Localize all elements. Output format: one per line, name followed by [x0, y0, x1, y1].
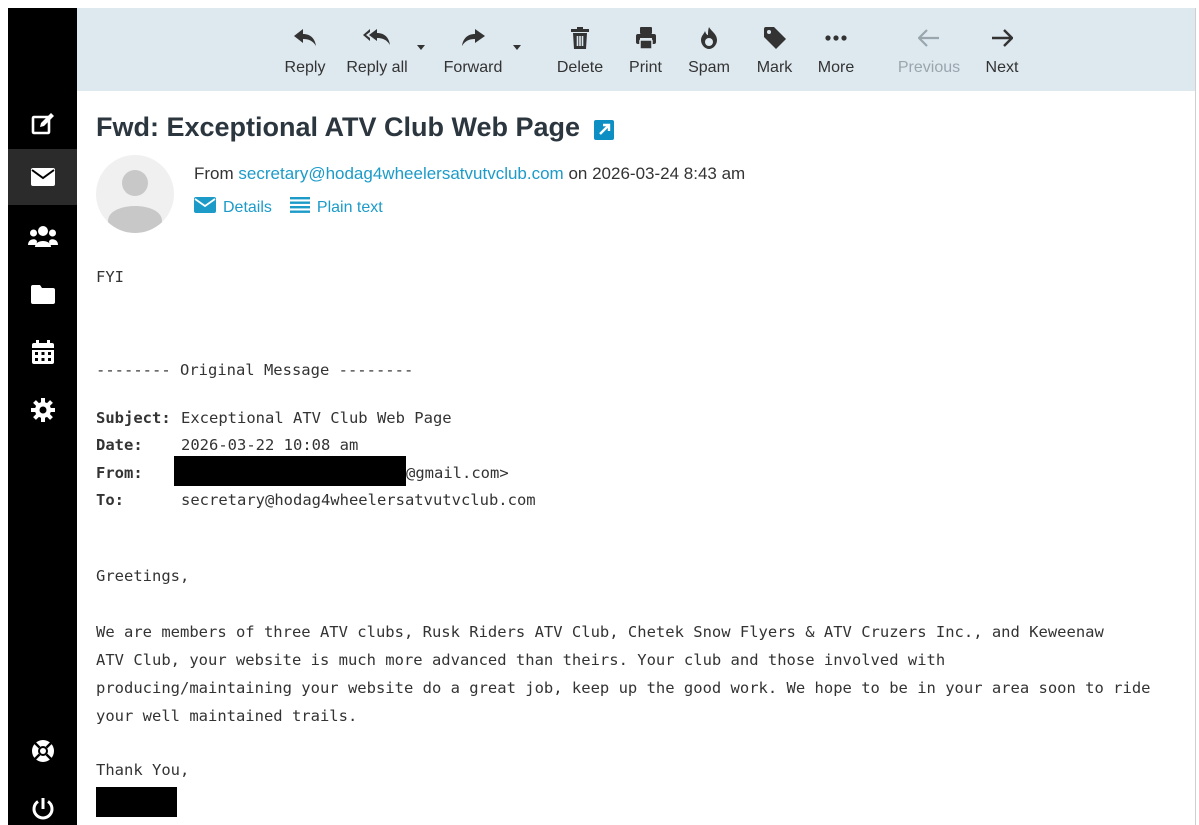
- arrow-left-icon: [889, 25, 969, 51]
- sidebar-item-folders[interactable]: [8, 266, 77, 322]
- reply-button[interactable]: Reply: [280, 8, 330, 91]
- redacted-signature: [96, 787, 177, 817]
- body-paragraph-line: ATV Club, your website is much more adva…: [96, 651, 946, 669]
- folder-icon: [30, 284, 55, 304]
- trash-icon: [554, 25, 606, 51]
- message-subject: Fwd: Exceptional ATV Club Web Page: [96, 112, 581, 142]
- lines-icon: [289, 197, 317, 218]
- mail-icon: [30, 167, 55, 187]
- orig-to-label: To:: [96, 491, 124, 509]
- sidebar-item-mail[interactable]: [8, 149, 77, 205]
- sender-email-link[interactable]: secretary@hodag4wheelersatvutvclub.com: [238, 164, 563, 183]
- content-border: [1195, 8, 1196, 825]
- plain-text-link[interactable]: Plain text: [289, 197, 383, 218]
- forward-icon: [437, 25, 509, 51]
- body-paragraph-line: We are members of three ATV clubs, Rusk …: [96, 623, 1104, 641]
- spam-button[interactable]: Spam: [682, 8, 736, 91]
- sidebar-item-compose[interactable]: [8, 96, 77, 152]
- sidebar-item-settings[interactable]: [8, 382, 77, 438]
- header-links: Details Plain text: [194, 197, 383, 218]
- message-date: on 2026-03-24 8:43 am: [568, 164, 746, 183]
- delete-button[interactable]: Delete: [554, 8, 606, 91]
- printer-icon: [623, 25, 668, 51]
- calendar-icon: [31, 340, 54, 364]
- reply-all-icon: [342, 25, 412, 51]
- sidebar-item-calendar[interactable]: [8, 324, 77, 380]
- sidebar-item-help[interactable]: [8, 723, 77, 779]
- fire-icon: [682, 25, 736, 51]
- arrow-right-icon: [979, 25, 1025, 51]
- from-line: From secretary@hodag4wheelersatvutvclub.…: [194, 164, 745, 184]
- orig-date-value: 2026-03-22 10:08 am: [181, 436, 359, 454]
- sidebar-item-logout[interactable]: [8, 781, 77, 825]
- print-button[interactable]: Print: [623, 8, 668, 91]
- frame-edge: [0, 0, 8, 825]
- sidebar-item-contacts[interactable]: [8, 208, 77, 264]
- reply-all-dropdown-caret[interactable]: [417, 45, 425, 50]
- orig-from-value: @gmail.com>: [406, 464, 509, 482]
- original-message-header: -------- Original Message --------: [96, 361, 414, 379]
- previous-button[interactable]: Previous: [889, 8, 969, 91]
- body-greeting: Greetings,: [96, 567, 190, 585]
- body-paragraph-line: producing/maintaining your website do a …: [96, 679, 1151, 697]
- mark-button[interactable]: Mark: [752, 8, 797, 91]
- contacts-icon: [27, 225, 58, 247]
- body-fyi: FYI: [96, 268, 124, 286]
- tag-icon: [752, 25, 797, 51]
- body-closing: Thank You,: [96, 761, 190, 779]
- more-button[interactable]: More: [812, 8, 860, 91]
- orig-to-value: secretary@hodag4wheelersatvutvclub.com: [181, 491, 536, 509]
- from-prefix: From: [194, 164, 234, 183]
- logout-icon: [31, 797, 55, 821]
- orig-date-label: Date:: [96, 436, 143, 454]
- orig-from-label: From:: [96, 464, 143, 482]
- body-paragraph-line: your well maintained trails.: [96, 707, 358, 725]
- reply-icon: [280, 25, 330, 51]
- orig-subject-label: Subject:: [96, 409, 171, 427]
- forward-button[interactable]: Forward: [437, 8, 509, 91]
- open-external-icon[interactable]: [594, 120, 614, 140]
- reply-all-button[interactable]: Reply all: [342, 8, 412, 91]
- envelope-icon: [194, 197, 223, 218]
- compose-icon: [31, 112, 55, 136]
- sender-avatar: [96, 155, 174, 233]
- redacted-sender: [174, 456, 406, 486]
- help-icon: [31, 739, 55, 763]
- message-toolbar: Reply Reply all Forward Delete Print Spa…: [77, 8, 1195, 91]
- orig-subject-value: Exceptional ATV Club Web Page: [181, 409, 452, 427]
- sidebar-nav: [8, 8, 77, 825]
- ellipsis-icon: [812, 25, 860, 51]
- settings-icon: [30, 398, 55, 422]
- next-button[interactable]: Next: [979, 8, 1025, 91]
- details-link[interactable]: Details: [194, 197, 272, 218]
- forward-dropdown-caret[interactable]: [513, 45, 521, 50]
